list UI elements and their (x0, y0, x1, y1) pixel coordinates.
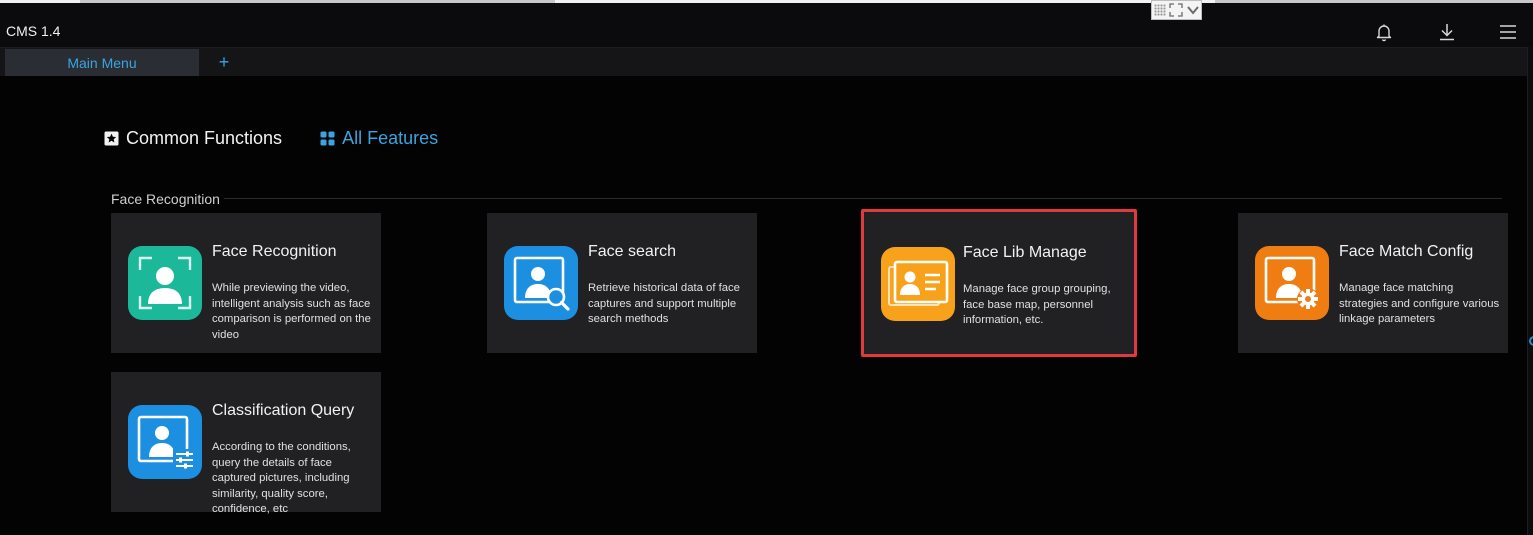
add-tab-button[interactable]: + (214, 51, 234, 73)
card-description: While previewing the video, intelligent … (212, 282, 371, 341)
title-bar: CMS 1.4 (0, 3, 1533, 47)
card-description: Manage face group grouping, face base ma… (963, 283, 1111, 327)
grip-icon[interactable] (1153, 4, 1166, 16)
download-icon[interactable] (1436, 21, 1458, 43)
face-lib-icon (881, 247, 955, 321)
floating-toolbar[interactable] (1151, 0, 1202, 20)
grid-icon (320, 131, 335, 145)
common-functions-tab[interactable]: Common Functions (104, 127, 282, 149)
card-title: Face Lib Manage (963, 244, 1087, 261)
card-face-search[interactable]: Face search Retrieve historical data of … (487, 213, 757, 353)
card-face-lib-manage[interactable]: Face Lib Manage Manage face group groupi… (861, 209, 1137, 357)
card-title: Classification Query (212, 402, 355, 419)
tab-bar: Main Menu + (0, 47, 1533, 76)
card-title: Face search (588, 243, 677, 260)
fullscreen-icon[interactable] (1168, 3, 1183, 17)
face-search-icon (504, 246, 578, 320)
tab-main-menu[interactable]: Main Menu (5, 49, 199, 76)
card-face-recognition[interactable]: Face Recognition While previewing the vi… (111, 213, 381, 353)
card-title: Face Recognition (212, 243, 337, 260)
bell-icon[interactable] (1373, 21, 1395, 43)
chevron-down-icon[interactable] (1186, 3, 1200, 17)
star-icon (104, 131, 119, 145)
card-classification-query[interactable]: Classification Query According to the co… (111, 372, 381, 515)
menu-icon[interactable] (1497, 21, 1519, 43)
scrollbar[interactable] (1527, 47, 1533, 535)
section-divider (224, 198, 1502, 199)
card-description: According to the conditions, query the d… (212, 441, 351, 516)
card-description: Manage face matching strategies and conf… (1339, 282, 1500, 326)
mode-switcher: Common Functions All Features (104, 127, 438, 149)
face-match-config-icon (1255, 246, 1329, 320)
common-functions-label: Common Functions (126, 127, 283, 148)
app-title: CMS 1.4 (6, 23, 61, 39)
section-title: Face Recognition (111, 191, 220, 207)
card-description: Retrieve historical data of face capture… (588, 282, 740, 326)
classification-query-icon (128, 405, 202, 479)
card-title: Face Match Config (1339, 243, 1474, 260)
face-recognition-icon (128, 246, 202, 320)
all-features-label: All Features (342, 127, 439, 148)
all-features-tab[interactable]: All Features (320, 127, 438, 149)
card-face-match-config[interactable]: Face Match Config Manage face matching s… (1238, 213, 1508, 353)
